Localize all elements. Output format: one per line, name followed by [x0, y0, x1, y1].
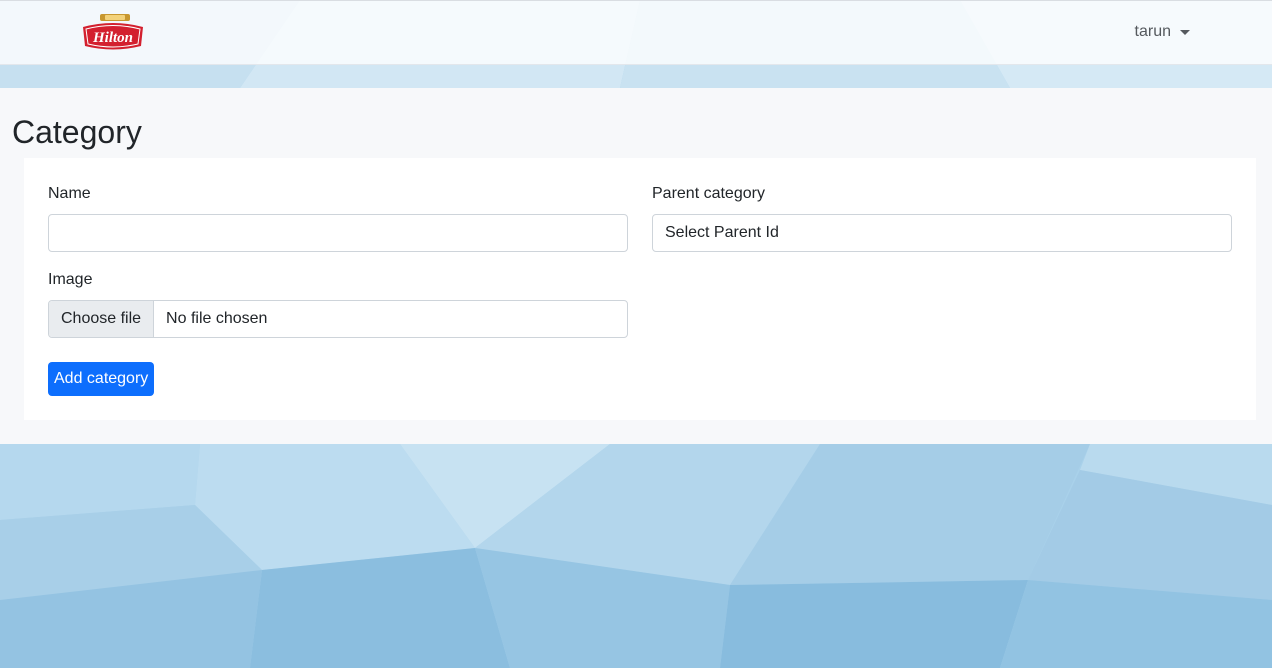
name-input[interactable]	[48, 214, 628, 252]
user-name: tarun	[1134, 23, 1171, 40]
svg-text:Hilton: Hilton	[92, 30, 133, 46]
parent-category-select[interactable]: Select Parent Id	[652, 214, 1232, 252]
choose-file-button[interactable]: Choose file	[49, 301, 155, 337]
main-content: Category Name Parent category Select Par…	[0, 88, 1272, 444]
page-title: Category	[12, 114, 142, 150]
category-form-card: Name Parent category Select Parent Id Im…	[24, 158, 1256, 420]
caret-down-icon	[1180, 30, 1190, 35]
hilton-logo[interactable]: Hilton	[80, 13, 146, 53]
top-navbar: Hilton tarun	[0, 0, 1272, 65]
image-label: Image	[48, 271, 93, 288]
user-menu-dropdown[interactable]: tarun	[1135, 23, 1190, 41]
name-label: Name	[48, 185, 91, 202]
image-file-input[interactable]: Choose file No file chosen	[48, 300, 628, 338]
parent-category-value: Select Parent Id	[665, 224, 779, 241]
add-category-button[interactable]: Add category	[48, 362, 155, 396]
parent-category-label: Parent category	[652, 185, 765, 202]
file-status-text: No file chosen	[166, 310, 268, 327]
